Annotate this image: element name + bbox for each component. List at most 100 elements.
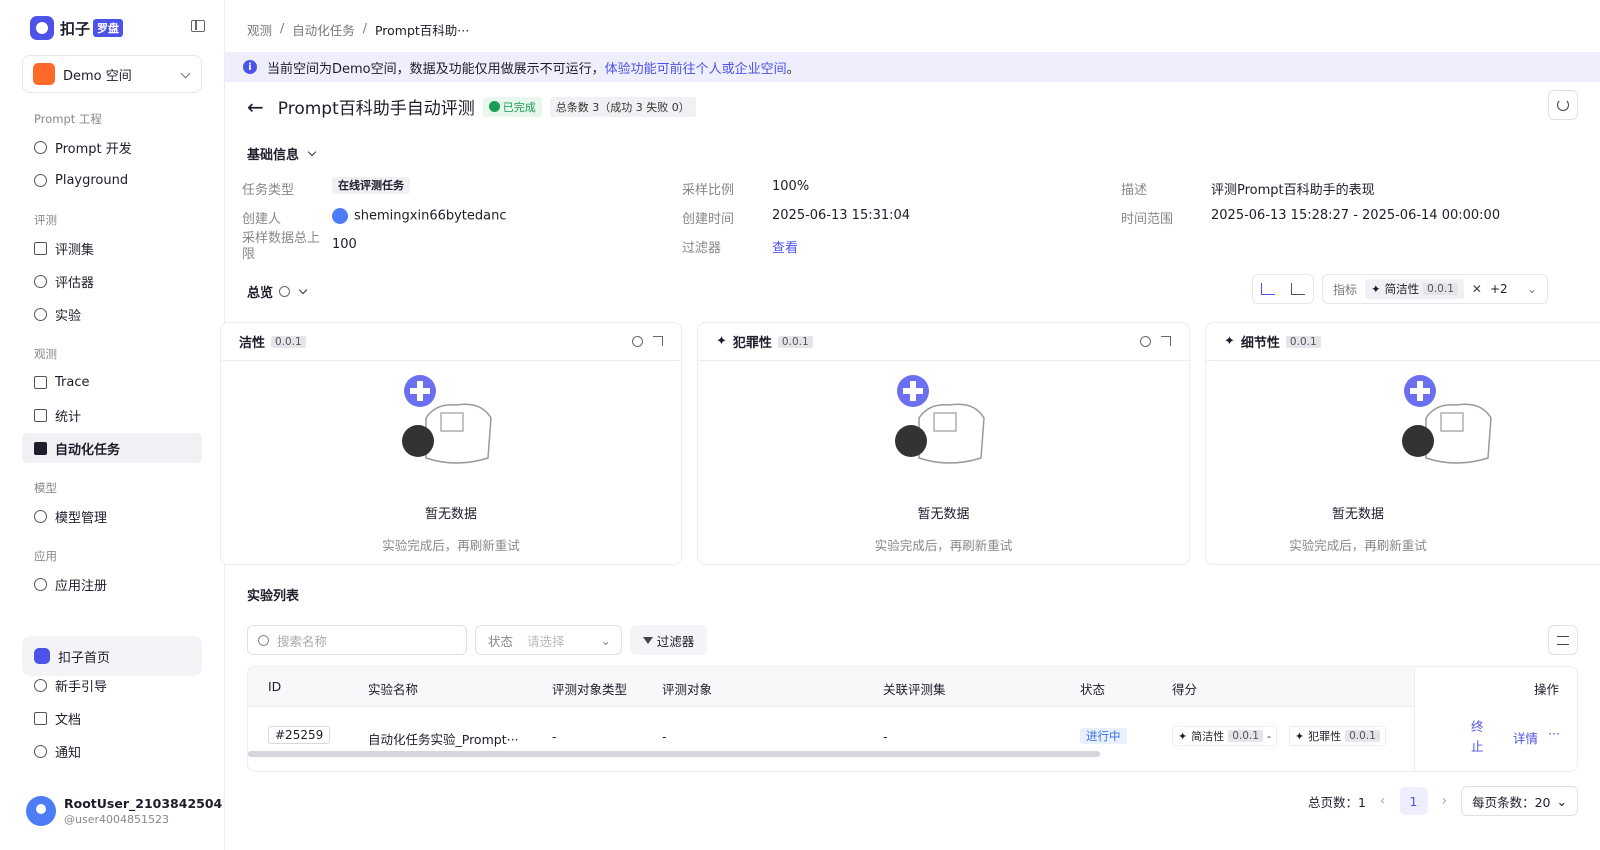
- filter-button[interactable]: 过滤器: [630, 625, 707, 655]
- main-content: 观测 / 自动化任务 / Prompt百科助··· i 当前空间为Demo空间，…: [220, 0, 1600, 850]
- row-name[interactable]: 自动化任务实验_Prompt···: [368, 729, 519, 748]
- status-select[interactable]: 状态 请选择 ⌄: [475, 625, 622, 655]
- empty-title: 暂无数据: [424, 507, 477, 522]
- status-running-badge: 进行中: [1080, 728, 1127, 744]
- breadcrumb-observe[interactable]: 观测: [247, 20, 272, 39]
- card-header: 洁性 0.0.1: [221, 323, 681, 361]
- info-icon[interactable]: [1140, 336, 1151, 347]
- sidebar-item-evaluators[interactable]: 评估器: [22, 266, 202, 296]
- sidebar-item-notify[interactable]: 通知: [22, 736, 202, 766]
- status-text: 已完成: [502, 100, 536, 114]
- check-icon: [488, 101, 500, 112]
- sidebar-item-datasets[interactable]: 评测集: [22, 233, 202, 263]
- sidebar-item-label: Prompt 开发: [55, 141, 132, 157]
- sparkle-icon: ✦: [1178, 729, 1188, 743]
- user-profile[interactable]: RootUser_2103842504 @user4004851523: [26, 796, 222, 826]
- sidebar-item-label: 评测集: [55, 242, 95, 258]
- col-dataset: 关联评测集: [883, 682, 946, 697]
- sidebar-item-guide[interactable]: 新手引导: [22, 670, 202, 700]
- sidebar-item-label: Playground: [55, 172, 129, 188]
- sidebar-item-stats[interactable]: 统计: [22, 400, 202, 430]
- card-tools: [1140, 336, 1171, 347]
- line-chart-icon[interactable]: [1261, 283, 1275, 295]
- more-icon[interactable]: ···: [1548, 726, 1560, 741]
- next-page-icon[interactable]: ›: [1442, 793, 1448, 809]
- sparkle-icon: ✦: [1224, 334, 1235, 349]
- back-arrow-icon[interactable]: ←: [247, 95, 264, 119]
- task-type-tag: 在线评测任务: [332, 177, 410, 194]
- overview-toggle[interactable]: 总览: [247, 282, 308, 301]
- close-icon[interactable]: ✕: [1472, 282, 1482, 296]
- card-version: 0.0.1: [777, 335, 813, 348]
- sidebar-item-experiments[interactable]: 实验: [22, 299, 202, 329]
- filter-view-link[interactable]: 查看: [772, 237, 798, 256]
- empty-illustration-icon: [894, 375, 985, 464]
- empty-title: 暂无数据: [1331, 507, 1384, 522]
- settings-icon: [1557, 635, 1569, 645]
- card-header: ✦ 犯罪性 0.0.1: [698, 323, 1189, 361]
- refresh-button[interactable]: [1548, 90, 1578, 120]
- detail-link[interactable]: 详情: [1513, 728, 1538, 747]
- chart-icon: [34, 408, 47, 422]
- sidebar-item-label: 实验: [55, 308, 82, 324]
- sidebar-item-trace[interactable]: Trace: [22, 367, 202, 397]
- expand-icon[interactable]: [653, 336, 663, 346]
- count-badge: 总条数 3（成功 3 失败 0）: [549, 96, 696, 117]
- sidebar-item-docs[interactable]: 文档: [22, 703, 202, 733]
- range-label: 时间范围: [1121, 212, 1174, 227]
- metric-select[interactable]: 指标 ✦ 简洁性 0.0.1 ✕ +2 ⌄: [1322, 274, 1548, 304]
- prompt-icon: [34, 140, 47, 154]
- bar-chart-icon[interactable]: [1291, 283, 1305, 295]
- info-icon[interactable]: [279, 286, 291, 297]
- sidebar-item-app-register[interactable]: 应用注册: [22, 569, 202, 599]
- chevron-down-icon: [298, 285, 308, 294]
- banner-link[interactable]: 体验功能可前往个人或企业空间: [605, 58, 787, 77]
- basic-info-toggle[interactable]: 基础信息: [247, 144, 317, 163]
- prev-page-icon[interactable]: ‹: [1380, 793, 1386, 809]
- bell-icon: [34, 744, 47, 758]
- search-icon: [258, 634, 269, 646]
- row-obj-type: -: [552, 729, 557, 744]
- filter-icon: [642, 636, 653, 644]
- page-current[interactable]: 1: [1399, 787, 1428, 815]
- search-input[interactable]: 搜索名称: [247, 625, 467, 655]
- chevron-down-icon: [180, 68, 191, 79]
- expand-icon[interactable]: [1161, 336, 1171, 346]
- breadcrumb-auto-tasks[interactable]: 自动化任务: [292, 20, 355, 39]
- space-select[interactable]: Demo 空间: [22, 55, 202, 93]
- card-header: ✦ 细节性 0.0.1: [1206, 323, 1600, 361]
- sparkle-icon: ✦: [1294, 729, 1305, 743]
- page-title: Prompt百科助手自动评测: [277, 99, 475, 119]
- col-ops: 操作: [1533, 682, 1559, 697]
- sidebar-collapse-icon[interactable]: [191, 20, 205, 32]
- sidebar-item-models[interactable]: 模型管理: [22, 501, 202, 531]
- sidebar-item-prompt-dev[interactable]: Prompt 开发: [22, 132, 202, 162]
- sidebar-item-auto-tasks[interactable]: 自动化任务: [22, 433, 202, 463]
- sidebar-item-label: 统计: [55, 409, 82, 425]
- col-obj-type: 评测对象类型: [552, 682, 628, 697]
- horizontal-scrollbar[interactable]: [248, 751, 1100, 757]
- banner-tail: 。: [786, 61, 800, 77]
- page-size-select[interactable]: 每页条数：20 ⌄: [1461, 786, 1578, 816]
- card-version: 0.0.1: [1285, 335, 1321, 348]
- metric-more: +2: [1489, 282, 1508, 296]
- evaluator-icon: [34, 274, 47, 288]
- model-icon: [34, 509, 47, 523]
- demo-banner: i 当前空间为Demo空间，数据及功能仅用做展示不可运行， 体验功能可前往个人或…: [225, 52, 1600, 82]
- row-dataset: -: [883, 729, 888, 744]
- empty-illustration-icon: [402, 375, 492, 464]
- sidebar-item-playground[interactable]: Playground: [22, 165, 202, 195]
- row-status: 进行中: [1080, 728, 1127, 744]
- metric-chip: ✦ 简洁性 0.0.1: [1365, 279, 1464, 299]
- score-name: 简洁性: [1191, 730, 1225, 743]
- creator-avatar: [332, 208, 348, 224]
- column-settings-button[interactable]: [1548, 625, 1578, 655]
- nav-group-app: 应用: [34, 549, 57, 563]
- stop-link[interactable]: 终止: [1471, 717, 1485, 757]
- logo-text: 扣子: [60, 19, 91, 38]
- logo[interactable]: 扣子 罗盘: [30, 14, 205, 42]
- doc-icon: [34, 711, 47, 725]
- sidebar-item-label: 新手引导: [55, 679, 108, 695]
- breadcrumb-sep: /: [280, 20, 285, 35]
- info-icon[interactable]: [632, 336, 643, 347]
